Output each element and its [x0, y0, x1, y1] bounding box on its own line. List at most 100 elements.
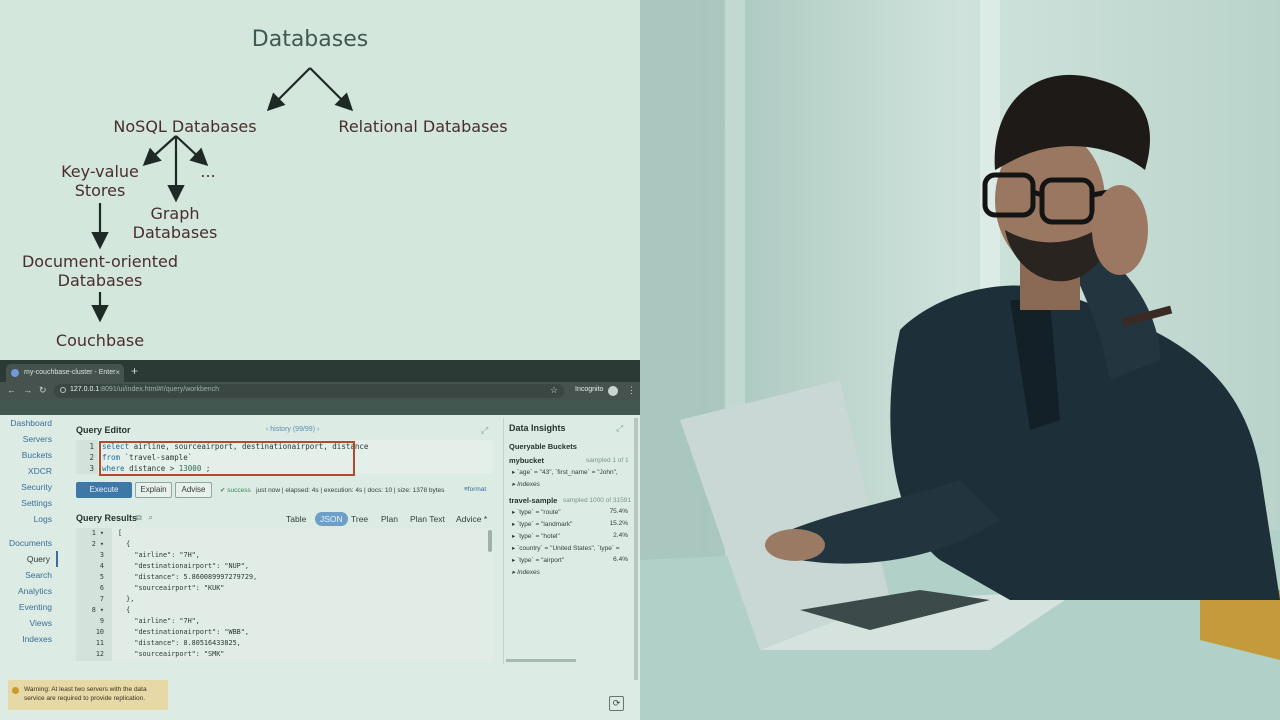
tab-advice[interactable]: Advice * — [456, 512, 487, 526]
bucket-name-travel-sample[interactable]: travel-sample — [509, 496, 557, 505]
sidebar-item-security[interactable]: Security — [0, 479, 58, 495]
insight-row-label: `country` = "United States", `type` = — [517, 545, 620, 552]
new-tab-icon[interactable]: + — [131, 364, 138, 378]
json-line-number: 2 ▾ — [91, 540, 104, 548]
tab-plan[interactable]: Plan — [381, 512, 398, 526]
page-scrollbar[interactable] — [634, 418, 638, 680]
sidebar-item-settings[interactable]: Settings — [0, 495, 58, 511]
format-link[interactable]: ≡format — [464, 486, 486, 493]
refresh-icon[interactable]: ⟳ — [609, 696, 624, 711]
tab-tree[interactable]: Tree — [351, 512, 368, 526]
editor-line-number: 3 — [89, 464, 94, 473]
history-nav[interactable]: ‹ history (99/99) › — [266, 426, 319, 433]
insight-row-label: `type` = "route" — [517, 509, 561, 516]
json-line-number: 11 — [95, 639, 104, 647]
insight-row[interactable]: ▸ `country` = "United States", `type` = — [512, 544, 632, 552]
expand-editor-icon[interactable]: ⤢ — [481, 425, 488, 436]
status-size: size: 1378 bytes — [397, 487, 445, 494]
indexes-row[interactable]: ▸ Indexes — [512, 480, 540, 488]
explain-button[interactable]: Explain — [135, 482, 172, 498]
status-docs: docs: 10 — [367, 487, 393, 494]
tab-close-icon[interactable]: × — [115, 368, 120, 377]
forward-arrow-icon[interactable]: → — [23, 385, 32, 395]
json-line-text: "destinationairport": "NUP", — [118, 562, 249, 570]
copy-icon[interactable]: ⧉ — [136, 513, 142, 522]
nav-sidebar: Dashboard Servers Buckets XDCR Security … — [0, 415, 58, 720]
sidebar-item-indexes[interactable]: Indexes — [0, 631, 58, 647]
sidebar-item-query[interactable]: Query — [0, 551, 58, 567]
app-header-bar — [0, 400, 640, 415]
insight-row[interactable]: ▸ `type` = "route" — [512, 508, 561, 516]
json-line-number: 4 — [99, 562, 104, 570]
highlight-box — [99, 441, 355, 476]
browser-tab-bar: my-couchbase-cluster - Enter × + — [0, 360, 640, 382]
info-icon[interactable] — [60, 387, 66, 393]
sidebar-item-analytics[interactable]: Analytics — [0, 583, 58, 599]
editor-line-number: 2 — [89, 453, 94, 462]
json-line-number: 3 — [99, 551, 104, 559]
diagram-document-label: Document-oriented Databases — [21, 252, 179, 290]
sidebar-item-logs[interactable]: Logs — [0, 511, 58, 527]
insight-row[interactable]: ▸ `age` = "43", `first_name` = "John", — [512, 468, 618, 476]
history-label[interactable]: history (99/99) — [270, 426, 315, 433]
history-next-icon[interactable]: › — [315, 426, 319, 433]
tab-table[interactable]: Table — [286, 512, 306, 526]
sidebar-item-servers[interactable]: Servers — [0, 431, 58, 447]
incognito-label: Incognito — [575, 386, 604, 393]
advise-button[interactable]: Advise — [175, 482, 212, 498]
json-line-number: 6 — [99, 584, 104, 592]
replication-warning: Warning: At least two servers with the d… — [8, 680, 168, 710]
browser-tab[interactable]: my-couchbase-cluster - Enter × — [6, 364, 124, 382]
status-time: just now — [256, 487, 281, 494]
insight-row-label: `type` = "landmark" — [517, 521, 573, 528]
insight-row-label: `age` = "43", `first_name` = "John", — [517, 469, 618, 476]
sidebar-item-search[interactable]: Search — [0, 567, 58, 583]
sidebar-item-documents[interactable]: Documents — [0, 535, 58, 551]
execute-button[interactable]: Execute — [76, 482, 132, 498]
couchbase-favicon-icon — [11, 369, 19, 377]
incognito-icon[interactable] — [608, 386, 618, 396]
json-line-text: "sourceairport": "KUK" — [118, 584, 225, 592]
warning-text: Warning: At least two servers with the d… — [24, 686, 147, 702]
address-bar[interactable]: 127.0.0.1:8091/ui/index.html#!/query/wor… — [54, 384, 564, 398]
status-execution: execution: 4s — [323, 487, 363, 494]
json-line-text: [ — [118, 529, 123, 537]
browser-tab-title: my-couchbase-cluster - Enter — [24, 369, 116, 376]
browser-window: my-couchbase-cluster - Enter × + ← → ↻ 1… — [0, 360, 640, 720]
json-line-number: 8 ▾ — [91, 606, 104, 614]
back-arrow-icon[interactable]: ← — [7, 385, 16, 395]
bucket-sample-info: sampled 1000 of 31591 — [563, 497, 631, 504]
diagram-nosql-label: NoSQL Databases — [113, 117, 257, 136]
bucket-name-mybucket[interactable]: mybucket — [509, 456, 544, 465]
sidebar-item-eventing[interactable]: Eventing — [0, 599, 58, 615]
sidebar-item-buckets[interactable]: Buckets — [0, 447, 58, 463]
expand-insights-icon[interactable]: ⤢ — [616, 423, 623, 434]
tab-plan-text[interactable]: Plan Text — [410, 512, 445, 526]
search-icon[interactable]: ⌕ — [148, 513, 152, 522]
query-results-title: Query Results — [76, 513, 138, 523]
results-scrollbar[interactable] — [488, 530, 492, 552]
browser-menu-icon[interactable]: ⋮ — [627, 385, 636, 396]
insight-row[interactable]: ▸ `type` = "landmark" — [512, 520, 572, 528]
reload-icon[interactable]: ↻ — [39, 385, 47, 396]
sidebar-item-dashboard[interactable]: Dashboard — [0, 415, 58, 431]
insight-row[interactable]: ▸ `type` = "airport" — [512, 556, 564, 564]
sidebar-item-views[interactable]: Views — [0, 615, 58, 631]
json-line-text: { — [118, 606, 131, 614]
tab-json[interactable]: JSON — [315, 512, 348, 526]
sidebar-item-xdcr[interactable]: XDCR — [0, 463, 58, 479]
indexes-row[interactable]: ▸ Indexes — [512, 568, 540, 576]
insights-horizontal-scrollbar[interactable] — [506, 659, 576, 662]
diagram-ellipsis-label: ... — [200, 162, 216, 181]
url-host: 127.0.0.1 — [70, 386, 100, 393]
results-json-view[interactable]: 1 ▾ [ 2 ▾ { 3 "airline": "7H", 4 "destina… — [76, 528, 493, 661]
insight-row[interactable]: ▸ `type` = "hotel" — [512, 532, 560, 540]
json-line-text: "airline": "7H", — [118, 551, 200, 559]
bookmark-star-icon[interactable]: ☆ — [550, 385, 558, 396]
insight-percent: 6.4% — [613, 556, 628, 563]
url-path: :8091/ui/index.html#!/query/workbench — [99, 386, 220, 393]
query-editor[interactable]: 1 2 3 select airline, sourceairport, des… — [76, 440, 493, 476]
json-line-number: 1 ▾ — [91, 529, 104, 537]
indexes-label: Indexes — [517, 481, 540, 488]
